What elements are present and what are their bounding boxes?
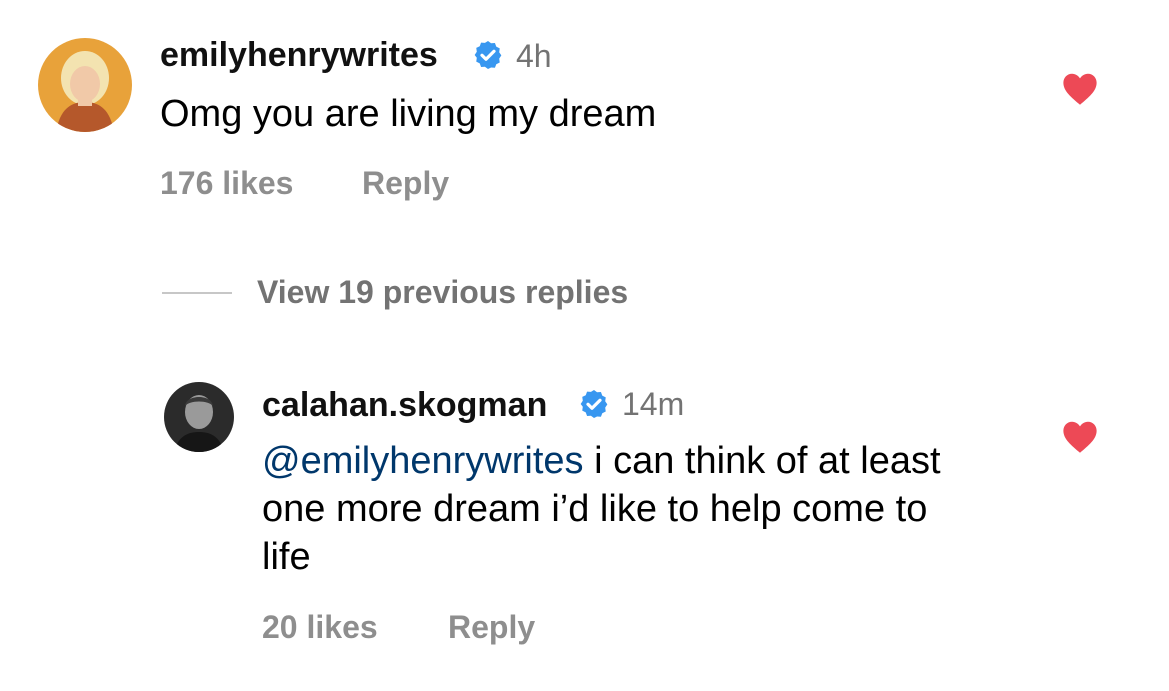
reply-timestamp: 14m: [622, 386, 685, 422]
comment-text: Omg you are living my dream: [160, 93, 657, 135]
heart-icon[interactable]: [1061, 418, 1099, 459]
comment-likes-count[interactable]: 176 likes: [160, 165, 293, 202]
avatar[interactable]: [164, 382, 234, 452]
view-previous-replies-button[interactable]: View 19 previous replies: [257, 274, 628, 311]
replies-divider: [162, 292, 232, 294]
verified-badge-icon: [578, 388, 610, 425]
reply-likes-count[interactable]: 20 likes: [262, 609, 378, 646]
verified-badge-icon: [472, 39, 504, 76]
comment-reply-button[interactable]: Reply: [362, 165, 449, 202]
reply-username[interactable]: calahan.skogman: [262, 386, 547, 425]
reply-text: @emilyhenrywrites i can think of at leas…: [262, 437, 982, 581]
avatar[interactable]: [38, 38, 132, 132]
comment-timestamp: 4h: [516, 38, 552, 74]
mention-link[interactable]: @emilyhenrywrites: [262, 440, 584, 482]
comment-username[interactable]: emilyhenrywrites: [160, 36, 438, 75]
reply-reply-button[interactable]: Reply: [448, 609, 535, 646]
heart-icon[interactable]: [1061, 70, 1099, 111]
